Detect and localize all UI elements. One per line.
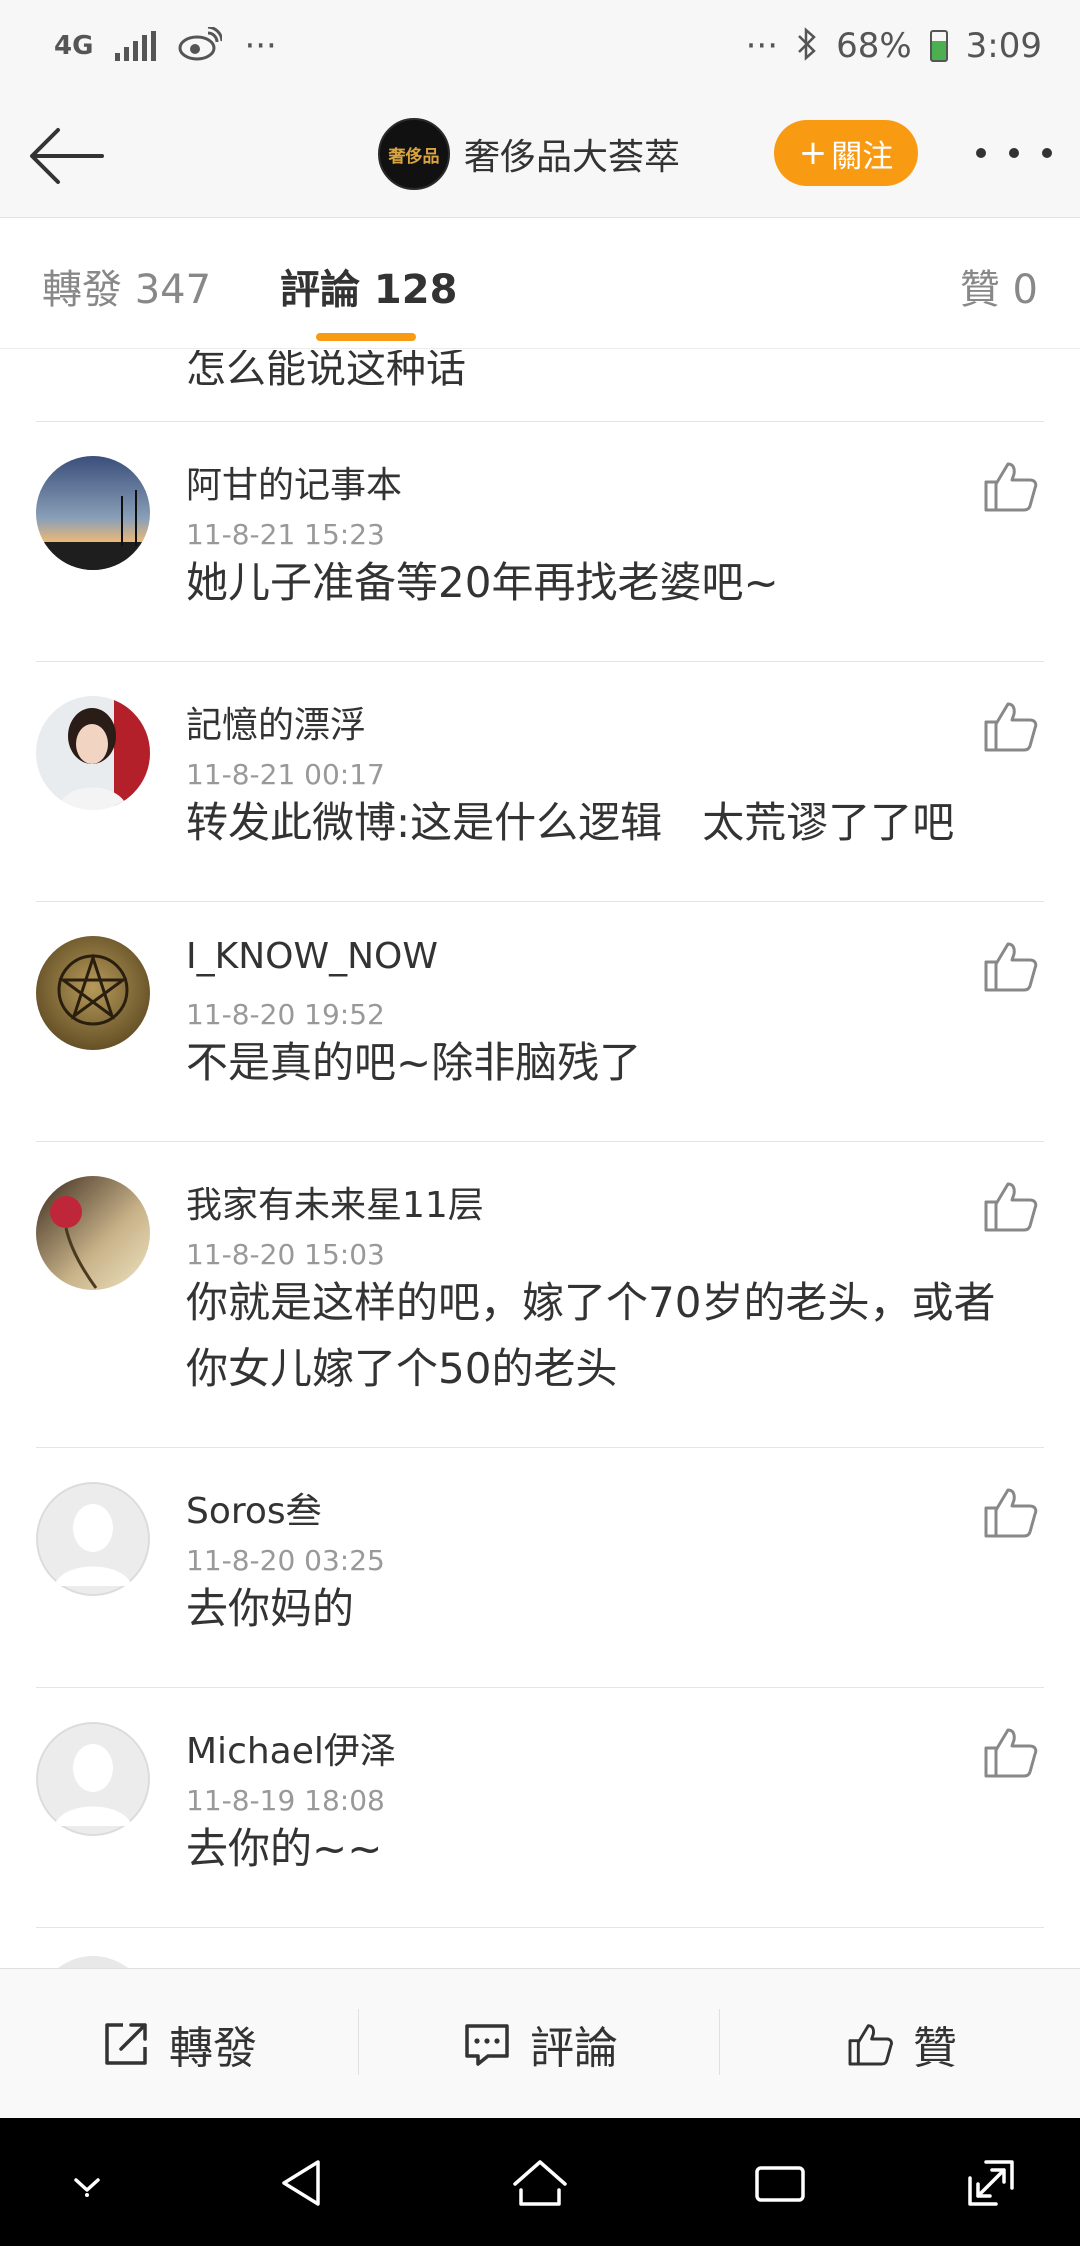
comment-author[interactable]: Soros叁 bbox=[186, 1482, 322, 1534]
comment-item: I_KNOW_NOW 11-8-20 19:52 不是真的吧~除非脑残了 bbox=[0, 902, 1080, 1142]
action-toolbar: 轉發 評論 贊 bbox=[0, 1968, 1080, 2118]
thumbs-up-icon bbox=[984, 1182, 1038, 1232]
comment-author[interactable]: 我家有未来星11层 bbox=[186, 1176, 484, 1228]
like-post-button[interactable]: 贊 bbox=[722, 1969, 1080, 2119]
bluetooth-icon bbox=[796, 27, 818, 65]
thumbs-up-icon bbox=[984, 462, 1038, 512]
follow-label: 關注 bbox=[831, 138, 894, 175]
battery-icon bbox=[929, 30, 948, 62]
divider bbox=[36, 1927, 1044, 1928]
thumbs-up-icon bbox=[984, 1488, 1038, 1538]
like-label: 贊 bbox=[913, 2023, 957, 2074]
home-nav-button[interactable] bbox=[505, 2148, 575, 2218]
comment-text: 不是真的吧~除非脑残了 bbox=[186, 1038, 642, 1087]
status-overflow-right: ··· bbox=[745, 26, 779, 66]
comment-item: 我家有未来星11层 11-8-20 15:03 你就是这样的吧，嫁了个70岁的老… bbox=[0, 1142, 1080, 1448]
thumbs-up-icon bbox=[984, 702, 1038, 752]
plus-icon: + bbox=[798, 133, 828, 173]
comment-time: 11-8-20 15:03 bbox=[186, 1238, 385, 1271]
avatar[interactable] bbox=[36, 1722, 150, 1836]
like-button[interactable] bbox=[980, 936, 1040, 996]
status-overflow: ··· bbox=[244, 26, 277, 66]
comment-time: 11-8-20 19:52 bbox=[186, 998, 385, 1031]
expand-icon bbox=[968, 2160, 1014, 2206]
status-bar: 4G ··· ··· 68% 3:09 bbox=[0, 0, 1080, 92]
comment-item: Michael伊泽 11-8-19 18:08 去你的~~ bbox=[0, 1688, 1080, 1928]
avatar[interactable] bbox=[36, 1482, 150, 1596]
screen-resize-button[interactable] bbox=[956, 2148, 1026, 2218]
like-button[interactable] bbox=[980, 1176, 1040, 1236]
like-button[interactable] bbox=[980, 456, 1040, 516]
previous-comment-text: 怎么能说这种话 bbox=[186, 350, 466, 392]
nav-bar: 奢侈品 奢侈品大荟萃 + 關注 bbox=[0, 92, 1080, 218]
more-dot-icon bbox=[1042, 148, 1052, 158]
repost-label: 轉發 bbox=[169, 2023, 257, 2074]
signal-icon bbox=[115, 31, 157, 61]
comment-text: 去你妈的 bbox=[186, 1584, 355, 1633]
more-menu-button[interactable] bbox=[976, 128, 1052, 178]
weibo-icon bbox=[178, 25, 224, 65]
comment-text: 去你的~~ bbox=[186, 1824, 383, 1873]
back-triangle-icon bbox=[282, 2160, 320, 2206]
back-nav-button[interactable] bbox=[266, 2148, 336, 2218]
page-title: 奢侈品大荟萃 bbox=[464, 137, 681, 178]
tab-likes[interactable]: 贊 0 bbox=[960, 257, 1038, 315]
active-tab-indicator bbox=[316, 333, 416, 341]
thumbs-up-icon bbox=[984, 1728, 1038, 1778]
comment-text: 转发此微博:这是什么逻辑 太荒谬了了吧 bbox=[186, 798, 955, 847]
battery-percent: 68% bbox=[836, 26, 912, 66]
comment-text: 她儿子准备等20年再找老婆吧~ bbox=[186, 558, 779, 607]
avatar[interactable] bbox=[36, 1176, 150, 1290]
repost-button[interactable]: 轉發 bbox=[0, 1969, 358, 2119]
account-header[interactable]: 奢侈品 奢侈品大荟萃 bbox=[378, 116, 680, 192]
avatar[interactable] bbox=[36, 456, 150, 570]
comment-item: Soros叁 11-8-20 03:25 去你妈的 bbox=[0, 1448, 1080, 1688]
chevron-down-icon bbox=[74, 2178, 100, 2197]
recents-icon bbox=[755, 2166, 805, 2202]
recents-nav-button[interactable] bbox=[745, 2148, 815, 2218]
avatar[interactable] bbox=[36, 696, 150, 810]
like-button[interactable] bbox=[980, 696, 1040, 756]
comment-author[interactable]: I_KNOW_NOW bbox=[186, 936, 438, 977]
share-icon bbox=[105, 2023, 147, 2065]
comment-author[interactable]: 記憶的漂浮 bbox=[186, 696, 366, 748]
comment-item: 阿甘的记事本 11-8-21 15:23 她儿子准备等20年再找老婆吧~ bbox=[0, 422, 1080, 662]
comment-item: 記憶的漂浮 11-8-21 00:17 转发此微博:这是什么逻辑 太荒谬了了吧 bbox=[0, 662, 1080, 902]
system-navigation-bar bbox=[0, 2118, 1080, 2246]
comment-time: 11-8-19 18:08 bbox=[186, 1784, 385, 1817]
thumbs-up-icon bbox=[848, 2024, 893, 2066]
avatar[interactable] bbox=[36, 936, 150, 1050]
like-button[interactable] bbox=[980, 1722, 1040, 1782]
comment-button[interactable]: 評論 bbox=[361, 1969, 719, 2119]
more-dot-icon bbox=[976, 148, 986, 158]
tab-reposts[interactable]: 轉發 347 bbox=[42, 257, 211, 315]
toolbar-divider bbox=[358, 2009, 359, 2075]
network-indicator: 4G bbox=[54, 31, 94, 61]
tab-bar: 轉發 347 評論 128 贊 0 bbox=[0, 219, 1080, 349]
toolbar-divider bbox=[719, 2009, 720, 2075]
comment-label: 評論 bbox=[530, 2023, 618, 2074]
back-button[interactable] bbox=[24, 116, 108, 196]
comment-time: 11-8-20 03:25 bbox=[186, 1544, 385, 1577]
hide-nav-button[interactable] bbox=[52, 2148, 122, 2218]
comment-text: 你就是这样的吧，嫁了个70岁的老头，或者你女儿嫁了个50的老头 bbox=[186, 1278, 996, 1393]
comment-author[interactable]: Michael伊泽 bbox=[186, 1722, 396, 1774]
comment-time: 11-8-21 15:23 bbox=[186, 518, 385, 551]
clock: 3:09 bbox=[965, 26, 1042, 66]
follow-button[interactable]: + 關注 bbox=[774, 120, 918, 186]
tab-comments[interactable]: 評論 128 bbox=[280, 257, 457, 315]
home-icon bbox=[513, 2160, 567, 2206]
like-button[interactable] bbox=[980, 1482, 1040, 1542]
brand-logo: 奢侈品 bbox=[378, 118, 450, 190]
avatar[interactable] bbox=[36, 1956, 150, 1968]
comment-icon bbox=[465, 2024, 509, 2066]
comment-list[interactable]: 怎么能说这种话 阿甘的记事本 11-8-21 15:23 她儿子准备等20年再找… bbox=[0, 350, 1080, 1968]
back-arrow-icon bbox=[30, 128, 104, 184]
more-dot-icon bbox=[1009, 148, 1019, 158]
comment-author[interactable]: 阿甘的记事本 bbox=[186, 456, 402, 508]
comment-time: 11-8-21 00:17 bbox=[186, 758, 385, 791]
thumbs-up-icon bbox=[984, 942, 1038, 992]
